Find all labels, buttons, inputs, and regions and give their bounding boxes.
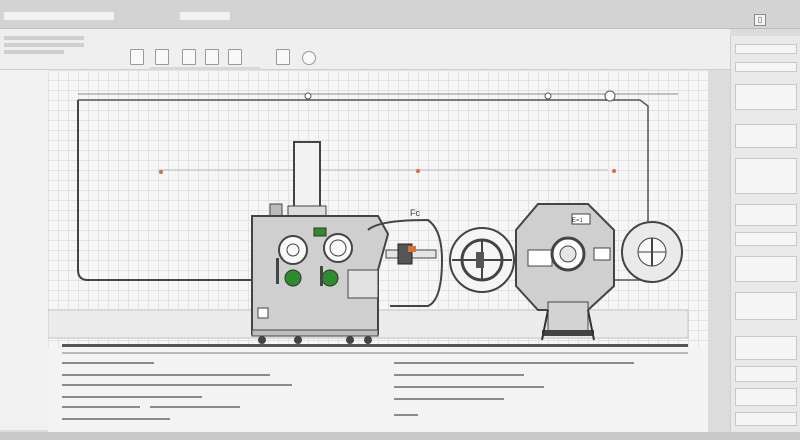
text-line [394, 374, 524, 376]
anchor-point [304, 92, 312, 100]
property-field[interactable] [735, 292, 797, 320]
text-line [120, 374, 270, 376]
component-tool-icon[interactable] [205, 49, 219, 65]
part-tool-icon[interactable] [276, 49, 290, 65]
nameplate-text: E=1 [572, 218, 584, 224]
machine-foot [251, 329, 379, 337]
anchor-point [544, 92, 552, 100]
marker-dot [612, 169, 616, 173]
property-field[interactable] [735, 158, 797, 194]
property-field[interactable] [735, 62, 797, 72]
menu-placeholder[interactable] [180, 12, 230, 20]
select-tool-icon[interactable] [155, 49, 169, 65]
text-line [62, 362, 154, 364]
property-field[interactable] [735, 44, 797, 54]
gauge-dial [323, 233, 353, 263]
text-line [394, 414, 418, 416]
property-field[interactable] [735, 412, 797, 426]
property-field[interactable] [735, 336, 797, 360]
title-placeholder [4, 12, 114, 20]
status-bar [0, 432, 800, 440]
body-panel [347, 269, 379, 299]
green-knob [321, 269, 339, 287]
gauge-dial [278, 235, 308, 265]
marker-dot [416, 169, 420, 173]
restore-icon[interactable]: ▯ [754, 14, 766, 26]
wheel [258, 336, 266, 344]
move-tool-icon[interactable] [228, 49, 242, 65]
wheel [294, 336, 302, 344]
spindle-hub [559, 245, 577, 263]
property-field[interactable] [735, 388, 797, 406]
take-up-reel [621, 221, 683, 283]
property-field[interactable] [735, 232, 797, 246]
hub [476, 252, 484, 268]
label-plate [257, 307, 269, 319]
property-field[interactable] [735, 204, 797, 226]
text-line [394, 362, 634, 364]
separator-line [62, 352, 688, 354]
stand-column [547, 301, 589, 333]
display-window [527, 249, 553, 267]
wheel [346, 336, 354, 344]
toolbar-menu[interactable] [4, 33, 84, 57]
property-field[interactable] [735, 366, 797, 382]
marker-dot [159, 170, 163, 174]
text-line [62, 418, 170, 420]
side-panel [593, 247, 611, 261]
text-line [62, 384, 292, 386]
pan-tool-icon[interactable] [130, 49, 144, 65]
frame-outline [77, 100, 268, 281]
machine-label: Fc [410, 208, 420, 218]
pulley-wheel [449, 227, 515, 293]
anchor-point [604, 90, 616, 102]
circle-tool-icon[interactable] [302, 51, 316, 65]
pin [320, 266, 323, 286]
green-knob [284, 269, 302, 287]
text-line [62, 396, 202, 398]
machine-drawing: Fc E=1 [48, 90, 689, 344]
indicator-light [313, 227, 327, 237]
motor-block [269, 203, 283, 217]
property-field[interactable] [735, 124, 797, 148]
text-line [150, 406, 240, 408]
layer-tool-icon[interactable] [182, 49, 196, 65]
properties-panel [730, 36, 800, 436]
clamp-tip [408, 246, 416, 252]
property-field[interactable] [735, 84, 797, 110]
text-line [394, 398, 504, 400]
wheel [364, 336, 372, 344]
text-line [394, 386, 544, 388]
hopper [293, 141, 321, 211]
pin [276, 258, 279, 284]
text-line [62, 406, 140, 408]
separator-line [62, 344, 688, 347]
window-title-bar: ▯ [0, 0, 800, 29]
toolbar [0, 29, 730, 71]
property-field[interactable] [735, 256, 797, 282]
left-sidebar [0, 70, 49, 430]
stand-foot [542, 330, 594, 336]
